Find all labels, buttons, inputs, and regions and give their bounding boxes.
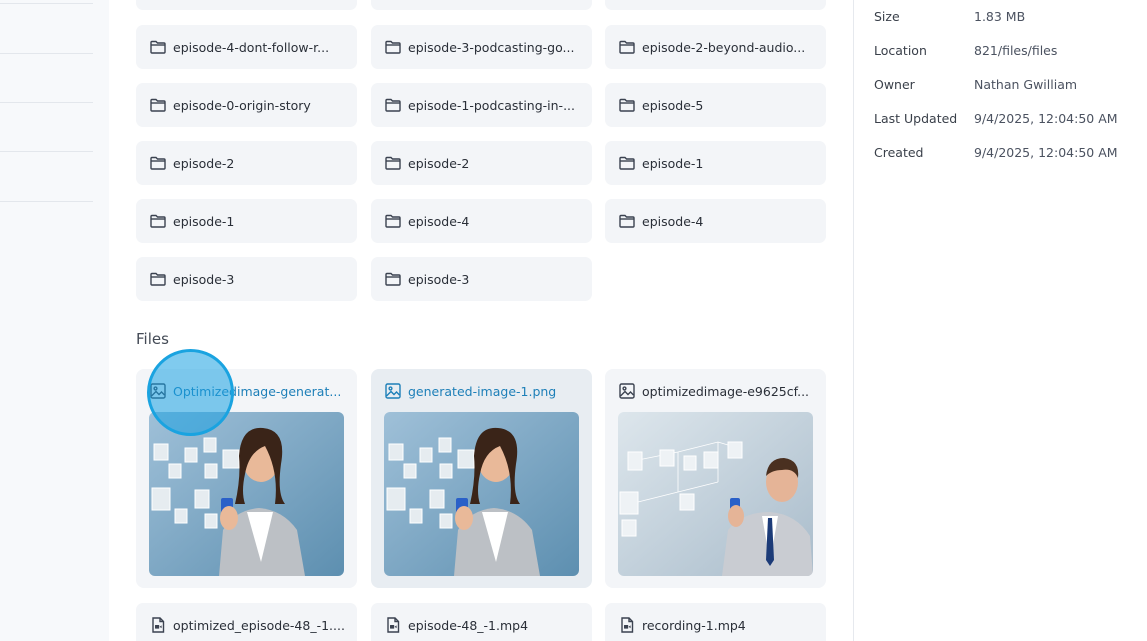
folder-card[interactable]: episode-4-dont-follow-r...: [136, 25, 357, 69]
video-file-card[interactable]: recording-1.mp4: [605, 603, 826, 641]
folder-name: episode-1-podcasting-in-...: [408, 97, 575, 113]
folder-icon: [150, 98, 166, 112]
file-name: optimized_episode-48_-1....: [173, 617, 345, 633]
folder-name: episode-2: [173, 155, 235, 171]
image-file-icon: [150, 383, 166, 399]
folder-icon: [150, 156, 166, 170]
video-file-icon: [152, 617, 165, 633]
detail-label: Last Updated: [874, 111, 958, 126]
folder-card[interactable]: episode-3: [136, 257, 357, 301]
folder-name: episode-1: [173, 213, 235, 229]
detail-value: 1.83 MB: [974, 9, 1026, 24]
folder-name: episode-4: [408, 213, 470, 229]
sidebar-divider: [0, 3, 93, 4]
detail-row-created: Created 9/4/2025, 12:04:50 AM: [874, 145, 1118, 163]
file-card-image-3[interactable]: optimizedimage-e9625cf...: [605, 369, 826, 588]
image-file-icon: [619, 383, 635, 399]
file-name: optimizedimage-e9625cf...: [642, 383, 810, 399]
folder-name: episode-2: [408, 155, 470, 171]
folder-card[interactable]: episode-1-podcasting-in-...: [371, 83, 592, 127]
file-browser: episode-4-dont-follow-r... episode-3-podc…: [109, 0, 853, 641]
detail-label: Owner: [874, 77, 915, 92]
detail-value: 9/4/2025, 12:04:50 AM: [974, 145, 1118, 160]
folder-name: episode-0-origin-story: [173, 97, 311, 113]
image-thumbnail: [618, 412, 813, 576]
video-file-icon: [387, 617, 400, 633]
folder-card[interactable]: [605, 0, 826, 10]
detail-label: Size: [874, 9, 900, 24]
files-section-title: Files: [136, 330, 169, 348]
file-card-image-2[interactable]: generated-image-1.png: [371, 369, 592, 588]
folder-name: episode-1: [642, 155, 704, 171]
file-name: recording-1.mp4: [642, 617, 746, 633]
folder-card[interactable]: episode-5: [605, 83, 826, 127]
detail-value: Nathan Gwilliam: [974, 77, 1078, 92]
folder-card[interactable]: [371, 0, 592, 10]
detail-row-last-updated: Last Updated 9/4/2025, 12:04:50 AM: [874, 111, 1118, 129]
folder-icon: [385, 98, 401, 112]
file-name: episode-48_-1.mp4: [408, 617, 529, 633]
folder-card[interactable]: [136, 0, 357, 10]
folder-icon: [385, 40, 401, 54]
folder-icon: [385, 214, 401, 228]
folder-icon: [619, 98, 635, 112]
folder-name: episode-4-dont-follow-r...: [173, 39, 330, 55]
folder-icon: [619, 156, 635, 170]
folder-card[interactable]: episode-1: [136, 199, 357, 243]
file-card-image-1[interactable]: Optimizedimage-generat...: [136, 369, 357, 588]
folder-card[interactable]: episode-3-podcasting-go...: [371, 25, 592, 69]
image-file-icon: [385, 383, 401, 399]
file-name: Optimizedimage-generat...: [173, 383, 342, 399]
sidebar-divider: [0, 201, 93, 202]
video-file-card[interactable]: episode-48_-1.mp4: [371, 603, 592, 641]
image-thumbnail: [149, 412, 344, 576]
folder-icon: [619, 40, 635, 54]
detail-row-owner: Owner Nathan Gwilliam: [874, 77, 1077, 95]
folder-card[interactable]: episode-3: [371, 257, 592, 301]
folder-icon: [385, 156, 401, 170]
detail-label: Location: [874, 43, 927, 58]
folder-name: episode-5: [642, 97, 704, 113]
sidebar: [0, 0, 109, 641]
detail-value: 821/files/files: [974, 43, 1058, 58]
folder-card[interactable]: episode-2: [136, 141, 357, 185]
folder-icon: [150, 40, 166, 54]
folder-name: episode-2-beyond-audio...: [642, 39, 806, 55]
image-thumbnail: [384, 412, 579, 576]
folder-icon: [619, 214, 635, 228]
folder-card[interactable]: episode-4: [605, 199, 826, 243]
sidebar-divider: [0, 53, 93, 54]
detail-value: 9/4/2025, 12:04:50 AM: [974, 111, 1118, 126]
folder-name: episode-3-podcasting-go...: [408, 39, 575, 55]
folder-card[interactable]: episode-2-beyond-audio...: [605, 25, 826, 69]
details-panel: Size 1.83 MB Location 821/files/files Ow…: [854, 0, 1147, 641]
folder-card[interactable]: episode-4: [371, 199, 592, 243]
sidebar-divider: [0, 102, 93, 103]
file-name: generated-image-1.png: [408, 383, 557, 399]
sidebar-divider: [0, 151, 93, 152]
folder-card[interactable]: episode-1: [605, 141, 826, 185]
video-file-icon: [621, 617, 634, 633]
video-file-card[interactable]: optimized_episode-48_-1....: [136, 603, 357, 641]
folder-card[interactable]: episode-2: [371, 141, 592, 185]
detail-label: Created: [874, 145, 924, 160]
folder-name: episode-4: [642, 213, 704, 229]
detail-row-size: Size 1.83 MB: [874, 9, 1025, 27]
folder-name: episode-3: [173, 271, 235, 287]
folder-card[interactable]: episode-0-origin-story: [136, 83, 357, 127]
folder-icon: [150, 214, 166, 228]
folder-icon: [150, 272, 166, 286]
folder-name: episode-3: [408, 271, 470, 287]
folder-icon: [385, 272, 401, 286]
detail-row-location: Location 821/files/files: [874, 43, 1057, 61]
